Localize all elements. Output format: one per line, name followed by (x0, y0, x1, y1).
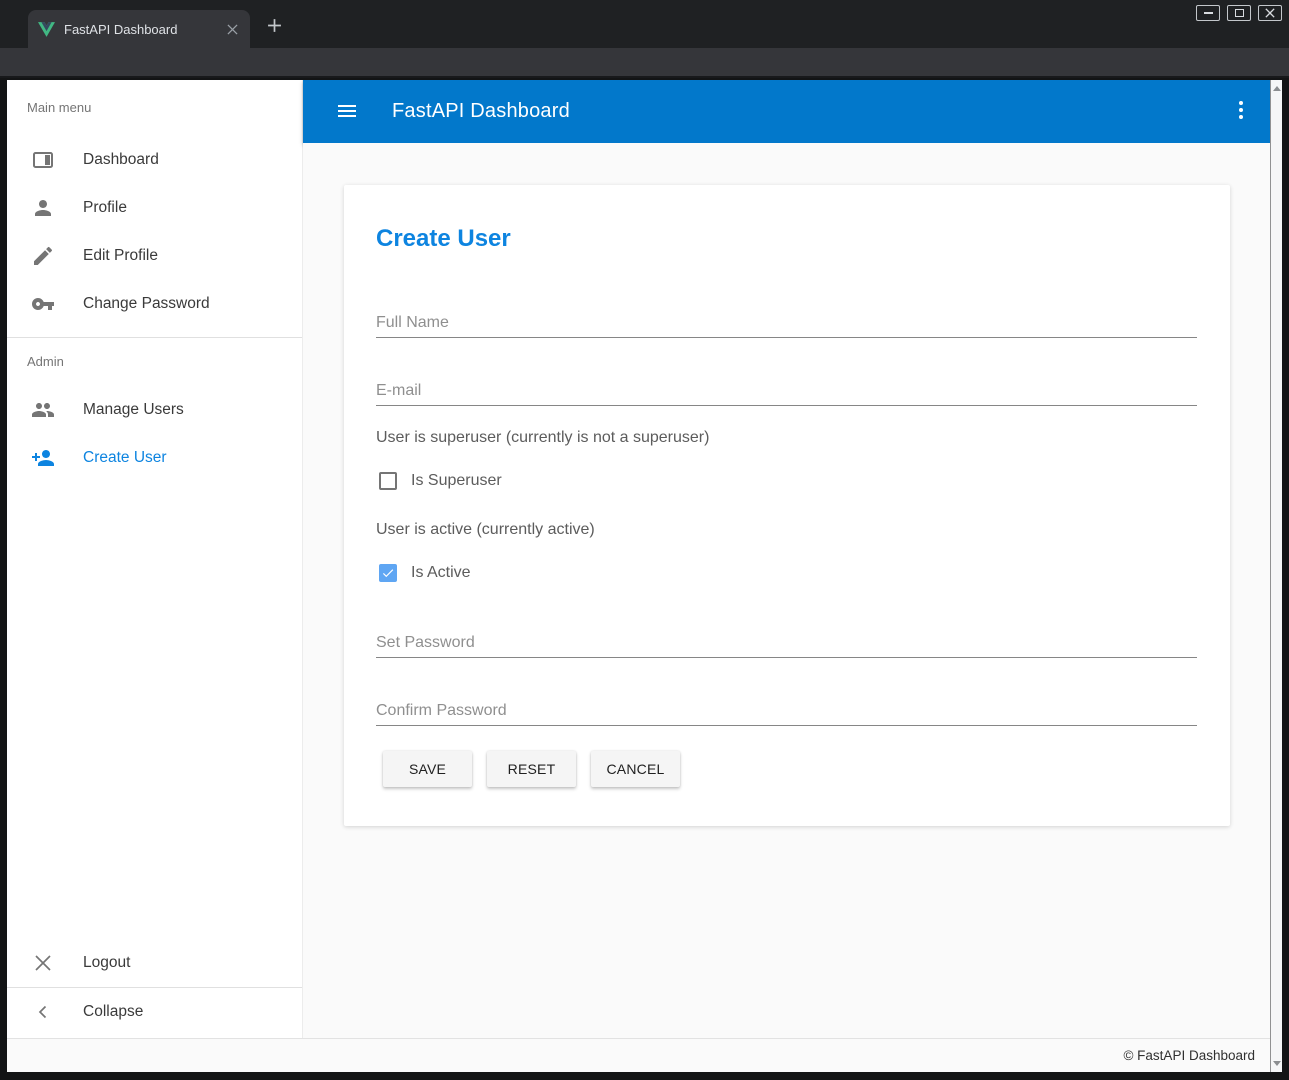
key-icon (31, 292, 55, 316)
sidebar: Main menu Dashboard Profile Edit Profile (7, 80, 303, 1038)
app-title: FastAPI Dashboard (392, 80, 570, 143)
page-title: Create User (376, 225, 511, 253)
active-checkbox-row: Is Active (379, 564, 471, 582)
sidebar-bottom: Logout Collapse (7, 939, 302, 1036)
app-bar: FastAPI Dashboard (303, 80, 1270, 143)
full-name-field (376, 298, 1197, 338)
create-user-card: Create User User is superuser (currently… (344, 185, 1230, 826)
close-icon (1265, 8, 1275, 18)
chevron-left-icon (31, 1000, 55, 1024)
superuser-checkbox-label: Is Superuser (411, 472, 502, 490)
form-actions: SAVE RESET CANCEL (383, 751, 680, 787)
cancel-button[interactable]: CANCEL (591, 751, 680, 787)
tab-close-icon[interactable] (224, 21, 240, 37)
window-minimize-button[interactable] (1196, 5, 1220, 21)
scroll-down-icon[interactable] (1273, 1061, 1281, 1066)
sidebar-item-change-password[interactable]: Change Password (7, 280, 302, 328)
set-password-input[interactable] (376, 634, 1197, 652)
scrollbar[interactable] (1270, 80, 1282, 1072)
sidebar-section-main-menu: Main menu (7, 80, 302, 120)
main-content: Create User User is superuser (currently… (303, 143, 1270, 1038)
sidebar-item-label: Create User (83, 449, 167, 467)
maximize-icon (1235, 9, 1244, 17)
pencil-icon (31, 244, 55, 268)
sidebar-item-create-user[interactable]: Create User (7, 434, 302, 482)
sidebar-item-collapse[interactable]: Collapse (7, 988, 302, 1036)
vue-logo-icon (38, 22, 55, 37)
active-checkbox-label: Is Active (411, 564, 471, 582)
active-note: User is active (currently active) (376, 521, 595, 539)
email-field (376, 366, 1197, 406)
is-active-checkbox[interactable] (379, 564, 397, 582)
sidebar-item-label: Collapse (83, 1003, 143, 1021)
sidebar-item-label: Profile (83, 199, 127, 217)
minimize-icon (1204, 12, 1213, 14)
reset-button[interactable]: RESET (487, 751, 576, 787)
email-input[interactable] (376, 382, 1197, 400)
sidebar-item-label: Change Password (83, 295, 210, 313)
sidebar-item-label: Logout (83, 954, 130, 972)
sidebar-item-label: Dashboard (83, 151, 159, 169)
superuser-checkbox-row: Is Superuser (379, 472, 502, 490)
window-maximize-button[interactable] (1227, 5, 1251, 21)
sidebar-item-logout[interactable]: Logout (7, 939, 302, 987)
tab-title: FastAPI Dashboard (64, 22, 224, 37)
confirm-password-field (376, 686, 1197, 726)
superuser-note: User is superuser (currently is not a su… (376, 429, 709, 447)
page-footer: © FastAPI Dashboard (7, 1038, 1270, 1072)
full-name-input[interactable] (376, 314, 1197, 332)
sidebar-item-manage-users[interactable]: Manage Users (7, 386, 302, 434)
scroll-up-icon[interactable] (1273, 86, 1281, 91)
sidebar-section-admin: Admin (7, 338, 302, 378)
browser-toolbar: localhost/main/admin/users/create (0, 48, 1289, 78)
person-icon (31, 196, 55, 220)
dashboard-icon (31, 148, 55, 172)
browser-tab[interactable]: FastAPI Dashboard (28, 10, 250, 48)
logout-x-icon (31, 951, 55, 975)
hamburger-menu-icon[interactable] (338, 105, 356, 117)
page-viewport: Main menu Dashboard Profile Edit Profile (7, 80, 1270, 1072)
is-superuser-checkbox[interactable] (379, 472, 397, 490)
people-icon (31, 398, 55, 422)
confirm-password-input[interactable] (376, 702, 1197, 720)
app-more-icon[interactable] (1239, 101, 1243, 119)
sidebar-item-edit-profile[interactable]: Edit Profile (7, 232, 302, 280)
save-button[interactable]: SAVE (383, 751, 472, 787)
new-tab-button[interactable] (262, 13, 286, 37)
sidebar-item-label: Manage Users (83, 401, 184, 419)
sidebar-item-label: Edit Profile (83, 247, 158, 265)
sidebar-item-profile[interactable]: Profile (7, 184, 302, 232)
browser-titlebar: FastAPI Dashboard (0, 0, 1289, 48)
sidebar-item-dashboard[interactable]: Dashboard (7, 136, 302, 184)
set-password-field (376, 618, 1197, 658)
copyright-text: © FastAPI Dashboard (1123, 1039, 1255, 1072)
window-controls (1196, 5, 1282, 21)
person-add-icon (31, 446, 55, 470)
window-close-button[interactable] (1258, 5, 1282, 21)
